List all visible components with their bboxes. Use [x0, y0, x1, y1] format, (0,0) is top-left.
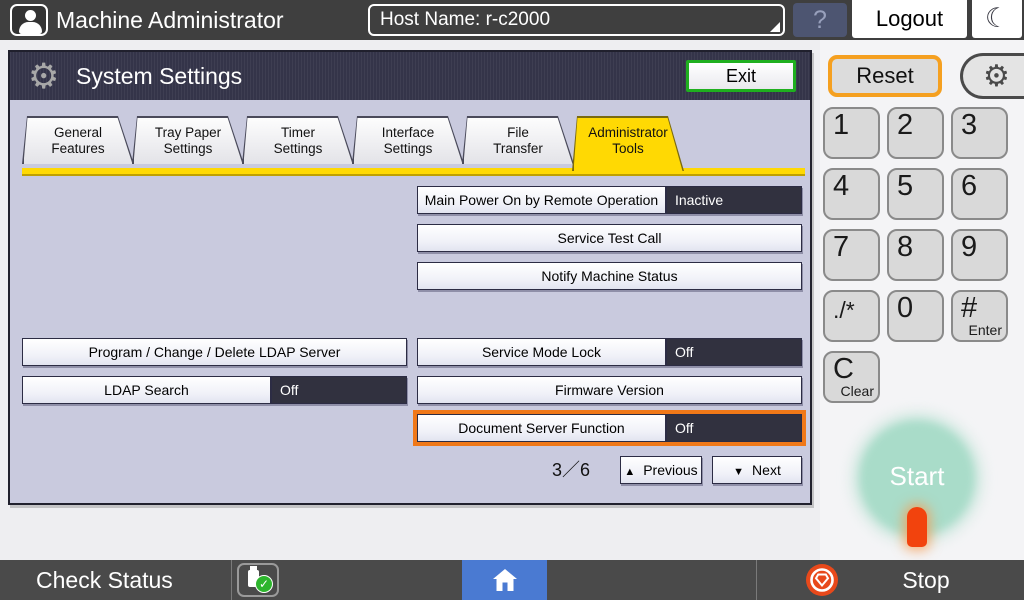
panel-header: ⚙ System Settings Exit [10, 52, 810, 100]
check-status-button[interactable]: Check Status [36, 560, 173, 600]
page-indicator: 3／6 [520, 456, 590, 484]
top-bar: Machine Administrator Host Name: r-c2000… [0, 0, 1024, 40]
down-triangle-icon: ▼ [733, 466, 744, 478]
home-button[interactable] [462, 560, 547, 600]
user-icon[interactable] [10, 4, 48, 36]
key-5[interactable]: 5 [887, 168, 944, 220]
system-settings-gear-icon: ⚙ [28, 54, 59, 100]
host-name-dropdown[interactable]: Host Name: r-c2000 [368, 4, 785, 36]
ldap-search-label: LDAP Search [23, 377, 272, 403]
tab-timer-settings[interactable]: Timer Settings [242, 116, 354, 164]
logout-button[interactable]: Logout [852, 0, 967, 38]
ldap-search-value: Off [272, 377, 406, 403]
firmware-version-button[interactable]: Firmware Version [417, 376, 802, 404]
ldap-search-button[interactable]: LDAP Search Off [22, 376, 407, 404]
key-clear[interactable]: C Clear [823, 351, 880, 403]
main-power-remote-operation-value: Inactive [667, 187, 801, 213]
exit-button[interactable]: Exit [686, 60, 796, 92]
key-6[interactable]: 6 [951, 168, 1008, 220]
key-9[interactable]: 9 [951, 229, 1008, 281]
key-dot-asterisk[interactable]: ./* [823, 290, 880, 342]
key-7[interactable]: 7 [823, 229, 880, 281]
logged-in-user-label: Machine Administrator [56, 0, 284, 40]
document-server-function-value: Off [667, 415, 801, 441]
main-power-remote-operation-button[interactable]: Main Power On by Remote Operation Inacti… [417, 186, 802, 214]
service-test-call-button[interactable]: Service Test Call [417, 224, 802, 252]
system-settings-panel: ⚙ System Settings Exit General Features … [8, 50, 812, 505]
user-icon-head [25, 10, 36, 21]
key-0[interactable]: 0 [887, 290, 944, 342]
user-icon-body [19, 22, 42, 34]
key-clear-label: Clear [841, 384, 874, 399]
key-8[interactable]: 8 [887, 229, 944, 281]
notify-machine-status-button[interactable]: Notify Machine Status [417, 262, 802, 290]
divider [231, 560, 232, 600]
document-server-function-button[interactable]: Document Server Function Off [417, 414, 802, 442]
key-4[interactable]: 4 [823, 168, 880, 220]
tab-tray-paper-settings[interactable]: Tray Paper Settings [132, 116, 244, 164]
service-mode-lock-button[interactable]: Service Mode Lock Off [417, 338, 802, 366]
tab-administrator-tools[interactable]: Administrator Tools [572, 116, 684, 171]
settings-gear-button[interactable]: ⚙ [960, 53, 1024, 99]
next-page-button[interactable]: ▼Next [712, 456, 802, 484]
panel-title: System Settings [76, 52, 242, 100]
tab-underline [22, 168, 805, 176]
service-mode-lock-value: Off [667, 339, 801, 365]
stop-button[interactable]: Stop [756, 560, 1024, 600]
bottom-bar: Check Status ✓ Stop [0, 560, 1024, 600]
tab-file-transfer[interactable]: File Transfer [462, 116, 574, 164]
service-mode-lock-label: Service Mode Lock [418, 339, 667, 365]
host-name-text: Host Name: r-c2000 [380, 9, 550, 30]
media-status-button[interactable]: ✓ [237, 563, 279, 597]
energy-saver-moon-button[interactable]: ☾ [972, 0, 1022, 38]
home-icon [491, 566, 519, 594]
stop-label: Stop [866, 560, 986, 600]
dropdown-corner-icon [770, 22, 780, 32]
key-3[interactable]: 3 [951, 107, 1008, 159]
tab-interface-settings[interactable]: Interface Settings [352, 116, 464, 164]
hard-key-panel: Reset ⚙ 1 2 3 4 5 6 7 8 9 ./* 0 # Enter … [820, 40, 1024, 560]
up-triangle-icon: ▲ [624, 466, 635, 478]
key-1[interactable]: 1 [823, 107, 880, 159]
key-enter-symbol: # [961, 292, 977, 324]
tab-general-features[interactable]: General Features [22, 116, 134, 164]
start-indicator-light [907, 507, 927, 547]
stop-icon [806, 564, 838, 596]
key-2[interactable]: 2 [887, 107, 944, 159]
numeric-keypad: 1 2 3 4 5 6 7 8 9 ./* 0 # Enter C Clear [823, 107, 1023, 403]
previous-page-button[interactable]: ▲Previous [620, 456, 702, 484]
main-power-remote-operation-label: Main Power On by Remote Operation [418, 187, 667, 213]
ldap-server-button[interactable]: Program / Change / Delete LDAP Server [22, 338, 407, 366]
reset-button[interactable]: Reset [828, 55, 942, 97]
key-clear-symbol: C [833, 353, 854, 385]
key-enter[interactable]: # Enter [951, 290, 1008, 342]
document-server-function-label: Document Server Function [418, 415, 667, 441]
green-check-icon: ✓ [255, 575, 273, 593]
help-button[interactable]: ? [793, 3, 847, 37]
key-enter-label: Enter [969, 323, 1002, 338]
